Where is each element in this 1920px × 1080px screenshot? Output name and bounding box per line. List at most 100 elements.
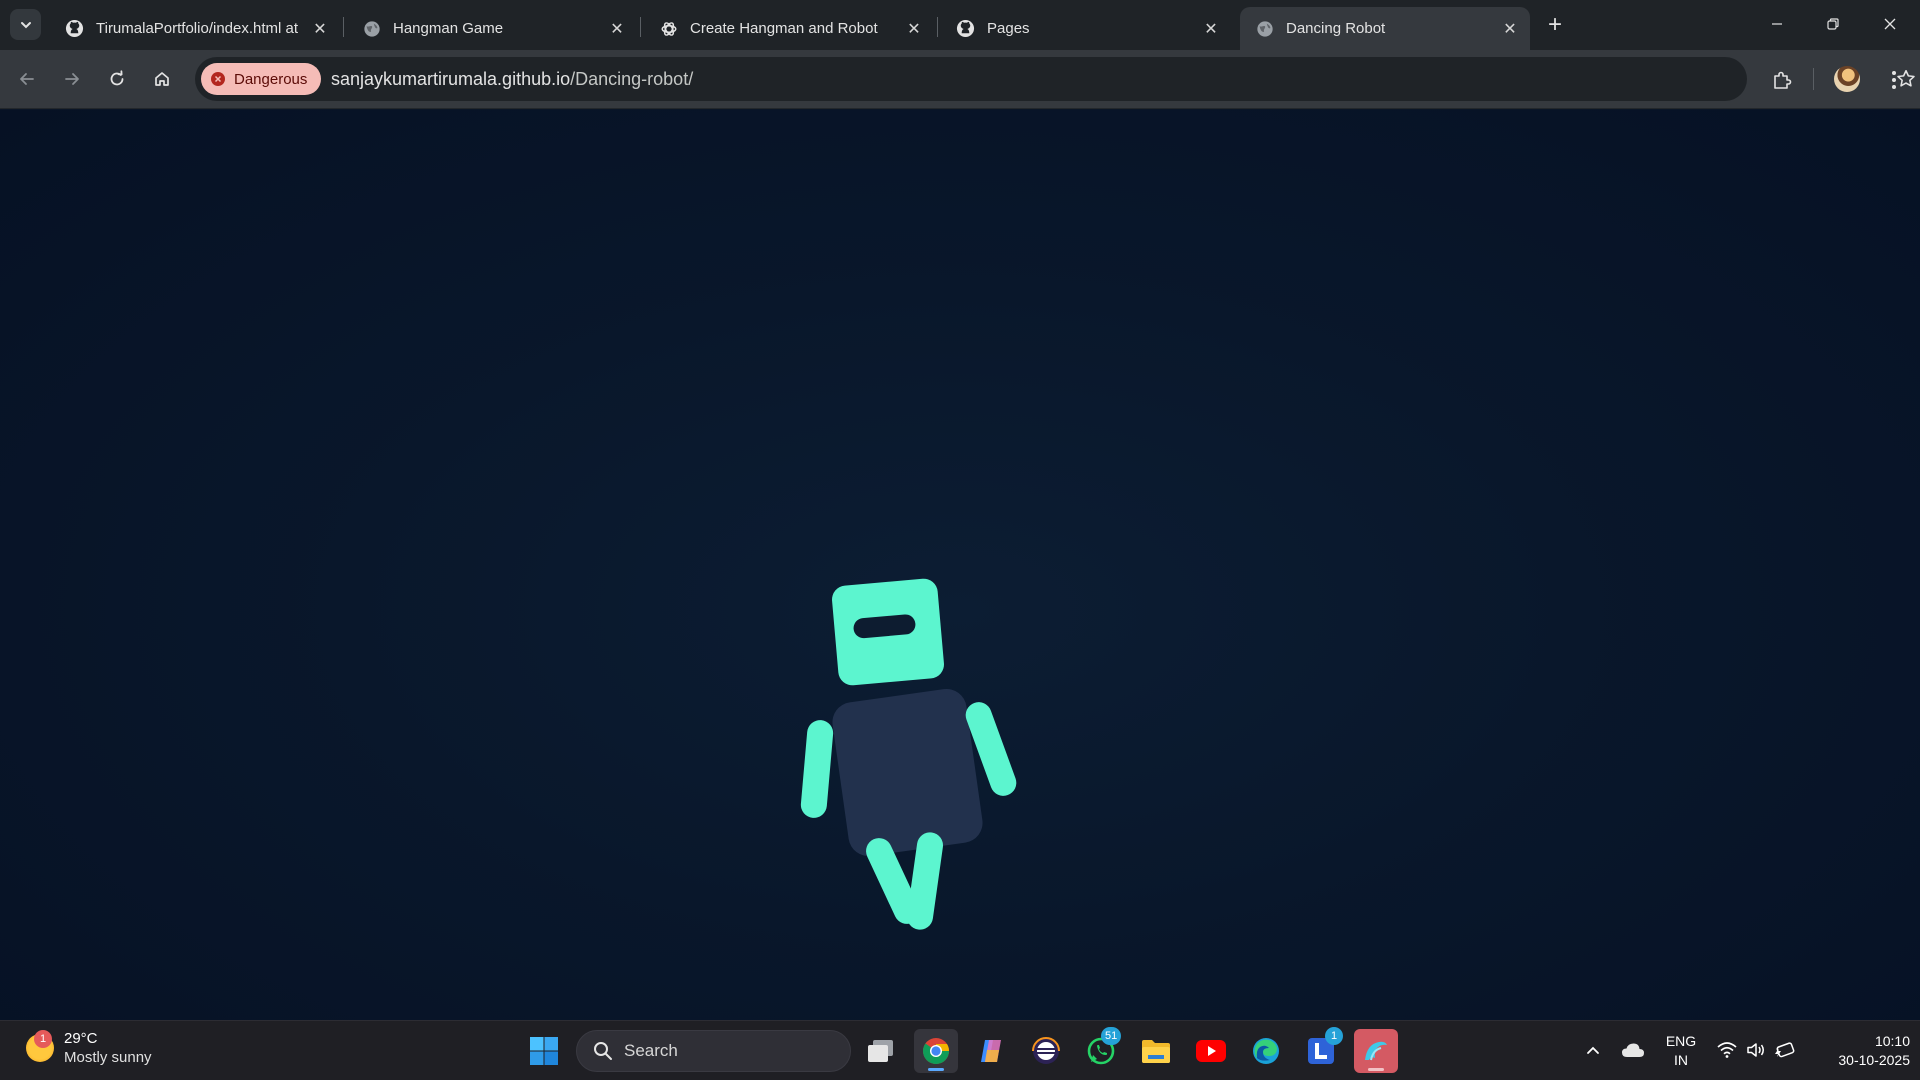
volume-button[interactable] — [1743, 1035, 1769, 1065]
close-window-button[interactable] — [1867, 6, 1913, 42]
taskbar: 1 29°C Mostly sunny Search 51 1 ENG IN 1… — [0, 1020, 1920, 1080]
robot-head — [830, 577, 946, 687]
weather-badge: 1 — [34, 1030, 52, 1048]
close-icon[interactable]: ✕ — [904, 19, 924, 39]
tab-dancing-robot[interactable]: Dancing Robot ✕ — [1240, 7, 1530, 50]
eclipse-icon — [1032, 1037, 1060, 1064]
system-clock[interactable]: 10:10 30-10-2025 — [1810, 1032, 1910, 1070]
robot-visor — [852, 613, 917, 639]
close-icon[interactable]: ✕ — [310, 19, 330, 39]
close-icon — [1884, 18, 1896, 30]
browser-toolbar: Dangerous sanjaykumartirumala.github.io/… — [0, 50, 1920, 109]
weather-temperature: 29°C — [64, 1030, 98, 1047]
tab-title: TirumalaPortfolio/index.html at — [96, 20, 299, 37]
search-icon — [594, 1042, 612, 1060]
chrome-app[interactable] — [914, 1029, 958, 1073]
wave-icon — [1365, 1041, 1387, 1061]
page-content — [0, 110, 1920, 1020]
openai-icon — [659, 19, 678, 38]
weather-sun-icon: 1 — [26, 1030, 54, 1062]
folder-icon — [1142, 1040, 1170, 1063]
menu-button[interactable] — [1879, 65, 1909, 95]
cloud-icon — [1622, 1043, 1644, 1057]
back-button[interactable] — [12, 64, 42, 94]
tab-pages[interactable]: Pages ✕ — [941, 7, 1231, 50]
whatsapp-app[interactable]: 51 — [1079, 1027, 1123, 1073]
language-region: IN — [1674, 1052, 1688, 1068]
extensions-button[interactable] — [1767, 65, 1797, 95]
tab-chatgpt[interactable]: Create Hangman and Robot ✕ — [644, 7, 934, 50]
dancing-robot — [790, 470, 1020, 932]
puzzle-icon — [1774, 71, 1792, 89]
profile-avatar[interactable] — [1834, 66, 1860, 92]
tab-title: Hangman Game — [393, 20, 504, 37]
copilot-icon — [981, 1040, 1001, 1062]
weather-widget[interactable]: 1 29°C Mostly sunny — [26, 1029, 152, 1067]
clock-time: 10:10 — [1874, 1033, 1910, 1049]
taskbar-search[interactable]: Search — [576, 1030, 851, 1072]
weather-description: Mostly sunny — [64, 1049, 152, 1066]
forward-button[interactable] — [57, 64, 87, 94]
tab-separator — [937, 17, 938, 37]
battery-charging-icon — [1775, 1042, 1795, 1058]
robot-left-arm — [799, 719, 835, 819]
copilot-app[interactable] — [969, 1029, 1013, 1073]
show-hidden-icons-button[interactable] — [1582, 1035, 1604, 1065]
more-vertical-icon — [1892, 71, 1896, 89]
url-path: /Dancing-robot/ — [570, 69, 694, 89]
reload-button[interactable] — [102, 64, 132, 94]
url-text[interactable]: sanjaykumartirumala.github.io/Dancing-ro… — [331, 69, 693, 90]
restore-button[interactable] — [1810, 6, 1856, 42]
error-icon — [211, 72, 225, 86]
edge-icon — [1253, 1038, 1279, 1064]
close-icon[interactable]: ✕ — [607, 19, 627, 39]
close-icon[interactable]: ✕ — [1201, 19, 1221, 39]
reload-icon — [110, 70, 124, 86]
chevron-down-icon — [20, 21, 31, 28]
home-icon — [155, 72, 169, 86]
running-indicator — [1368, 1068, 1384, 1071]
tab-portfolio[interactable]: TirumalaPortfolio/index.html at ✕ — [50, 7, 340, 50]
robot-body — [829, 686, 986, 859]
tab-title: Pages — [987, 20, 1030, 37]
arrow-left-icon — [20, 73, 34, 85]
start-button[interactable] — [522, 1029, 566, 1073]
eclipse-app[interactable] — [1024, 1029, 1068, 1073]
close-icon[interactable]: ✕ — [1500, 19, 1520, 39]
task-view-icon — [868, 1040, 893, 1062]
tab-hangman[interactable]: Hangman Game ✕ — [347, 7, 637, 50]
lens-app[interactable]: 1 — [1299, 1027, 1343, 1073]
minimize-button[interactable] — [1754, 6, 1800, 42]
wifi-button[interactable] — [1714, 1035, 1740, 1065]
security-warning-chip[interactable]: Dangerous — [201, 63, 322, 95]
github-icon — [65, 19, 84, 38]
windows-logo-icon — [530, 1037, 558, 1065]
language-indicator[interactable]: ENG IN — [1661, 1032, 1701, 1070]
new-tab-button[interactable]: + — [1542, 11, 1568, 38]
active-wave-app[interactable] — [1354, 1029, 1398, 1073]
search-placeholder: Search — [624, 1041, 678, 1060]
file-explorer-app[interactable] — [1134, 1029, 1178, 1073]
address-bar[interactable]: Dangerous sanjaykumartirumala.github.io/… — [195, 57, 1915, 101]
tab-separator — [343, 17, 344, 37]
restore-icon — [1827, 18, 1839, 30]
tab-strip: TirumalaPortfolio/index.html at ✕ Hangma… — [0, 0, 1920, 50]
task-view-button[interactable] — [859, 1029, 903, 1073]
edge-app[interactable] — [1244, 1029, 1288, 1073]
whatsapp-badge: 51 — [1101, 1027, 1122, 1045]
battery-button[interactable] — [1772, 1035, 1798, 1065]
chrome-icon — [922, 1038, 950, 1065]
minimize-icon — [1772, 23, 1782, 25]
tab-title: Create Hangman and Robot — [690, 20, 878, 37]
github-icon — [956, 19, 975, 38]
tab-search-button[interactable] — [10, 9, 41, 40]
youtube-app[interactable] — [1189, 1029, 1233, 1073]
onedrive-button[interactable] — [1618, 1035, 1648, 1065]
home-button[interactable] — [147, 64, 177, 94]
url-host: sanjaykumartirumala.github.io — [331, 69, 571, 89]
globe-icon — [1255, 19, 1274, 38]
toolbar-divider — [1813, 68, 1814, 90]
youtube-icon — [1196, 1040, 1226, 1062]
wifi-icon — [1717, 1042, 1737, 1058]
language-code: ENG — [1665, 1033, 1697, 1049]
